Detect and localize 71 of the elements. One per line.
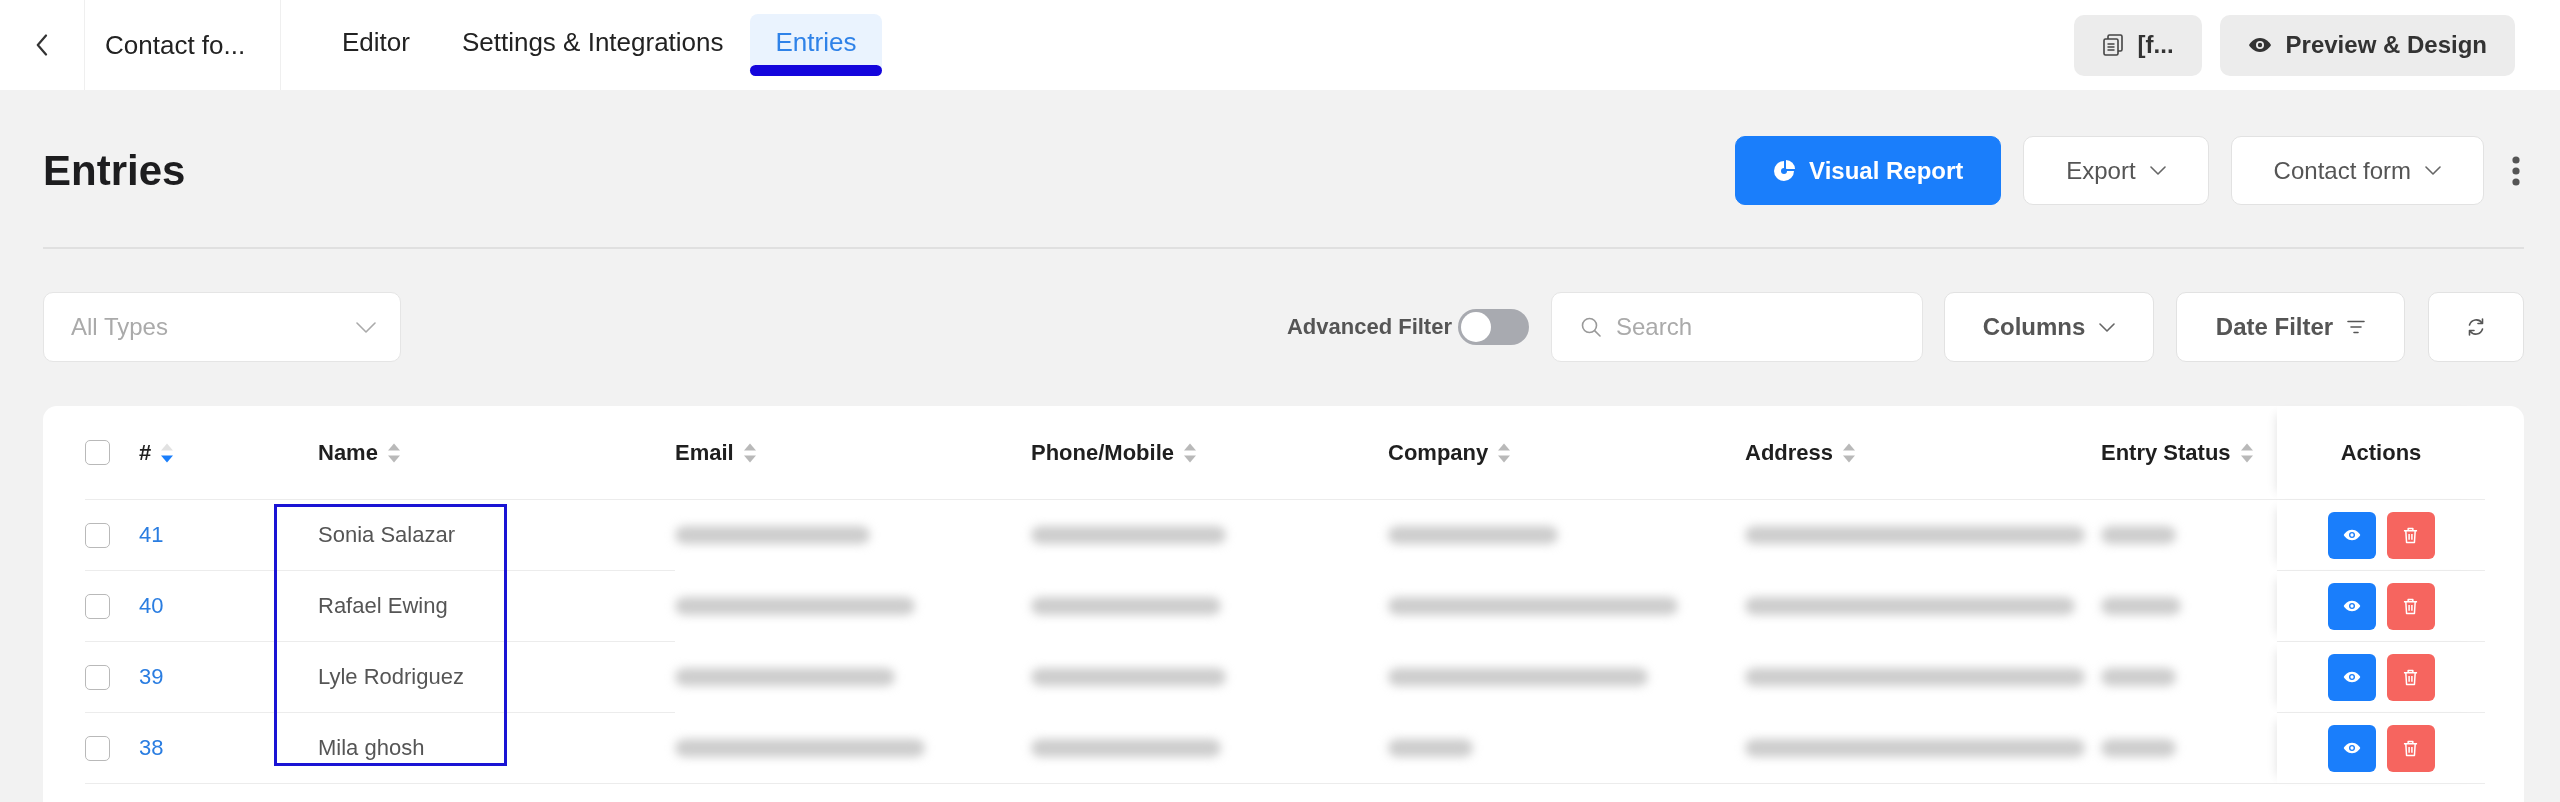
copy-icon	[2101, 34, 2124, 56]
form-title: Contact fo...	[105, 29, 246, 61]
eye-icon	[2247, 37, 2272, 53]
advanced-filter-toggle[interactable]	[1458, 309, 1529, 345]
sort-icon[interactable]	[1843, 442, 1856, 463]
column-header[interactable]: #	[139, 439, 152, 466]
refresh-icon	[2466, 317, 2486, 337]
refresh-button[interactable]	[2428, 292, 2524, 362]
name-cell: Mila ghosh	[318, 735, 425, 761]
shortcode-button[interactable]: [f...	[2073, 14, 2202, 76]
sort-icon[interactable]	[387, 442, 400, 463]
sort-icon[interactable]	[2240, 442, 2253, 463]
column-header[interactable]: Phone/Mobile	[1031, 439, 1174, 466]
chevron-down-icon	[2425, 166, 2441, 175]
column-header[interactable]: Company	[1388, 439, 1489, 466]
name-cell: Sonia Salazar	[318, 522, 455, 548]
trash-icon	[2403, 526, 2418, 544]
chevron-down-icon	[2149, 166, 2166, 175]
column-header[interactable]: Name	[318, 439, 378, 466]
page-title: Entries	[43, 146, 186, 195]
delete-button[interactable]	[2386, 511, 2435, 559]
eye-icon	[2342, 600, 2361, 612]
column-header[interactable]: Address	[1745, 439, 1834, 466]
more-options-icon[interactable]	[2512, 155, 2520, 186]
view-button[interactable]	[2327, 511, 2376, 559]
name-cell: Rafael Ewing	[318, 593, 448, 619]
row-checkbox[interactable]	[85, 522, 110, 548]
name-cell: Lyle Rodriguez	[318, 664, 464, 690]
sort-icon[interactable]	[1184, 442, 1196, 463]
entry-id-link[interactable]: 40	[139, 593, 164, 619]
pie-chart-icon	[1773, 159, 1796, 182]
view-button[interactable]	[2327, 724, 2376, 772]
select-all-checkbox[interactable]	[85, 440, 110, 465]
delete-button[interactable]	[2386, 724, 2435, 772]
search-field[interactable]: Search	[1551, 292, 1923, 362]
view-button[interactable]	[2327, 582, 2376, 630]
advanced-filter-label: Advanced Filter	[1286, 314, 1452, 340]
column-header[interactable]: Email	[675, 439, 734, 466]
entry-id-link[interactable]: 38	[139, 735, 164, 761]
view-button[interactable]	[2327, 653, 2376, 701]
visual-report-button[interactable]: Visual Report	[1735, 136, 2002, 205]
tab[interactable]: Editor	[316, 14, 436, 76]
sort-icon[interactable]	[1498, 442, 1511, 463]
date-filter-button[interactable]: Date Filter	[2176, 292, 2405, 362]
row-checkbox[interactable]	[85, 735, 110, 761]
delete-button[interactable]	[2386, 582, 2435, 630]
row-checkbox[interactable]	[85, 593, 110, 619]
trash-icon	[2403, 597, 2418, 615]
filter-lines-icon	[2347, 320, 2366, 334]
entry-id-link[interactable]: 41	[139, 522, 164, 548]
entry-id-link[interactable]: 39	[139, 664, 164, 690]
chevron-down-icon	[2099, 322, 2116, 332]
delete-button[interactable]	[2386, 653, 2435, 701]
sort-icon[interactable]	[743, 442, 756, 463]
sort-icon[interactable]	[161, 442, 174, 463]
eye-icon	[2342, 742, 2361, 754]
row-checkbox[interactable]	[85, 664, 110, 690]
column-header[interactable]: Entry Status	[2101, 439, 2231, 466]
trash-icon	[2403, 668, 2418, 686]
trash-icon	[2403, 739, 2418, 757]
column-header: Actions	[2340, 439, 2422, 466]
eye-icon	[2342, 529, 2361, 541]
dropdown-button[interactable]: Export	[2023, 136, 2209, 205]
back-icon[interactable]	[36, 34, 48, 56]
chevron-down-icon	[356, 321, 376, 333]
columns-button[interactable]: Columns	[1944, 292, 2154, 362]
eye-icon	[2342, 671, 2361, 683]
dropdown-button[interactable]: Contact form	[2230, 136, 2484, 205]
preview-design-button[interactable]: Preview & Design	[2219, 14, 2515, 76]
search-icon	[1581, 317, 1601, 337]
tab[interactable]: Settings & Integrations	[435, 14, 750, 76]
